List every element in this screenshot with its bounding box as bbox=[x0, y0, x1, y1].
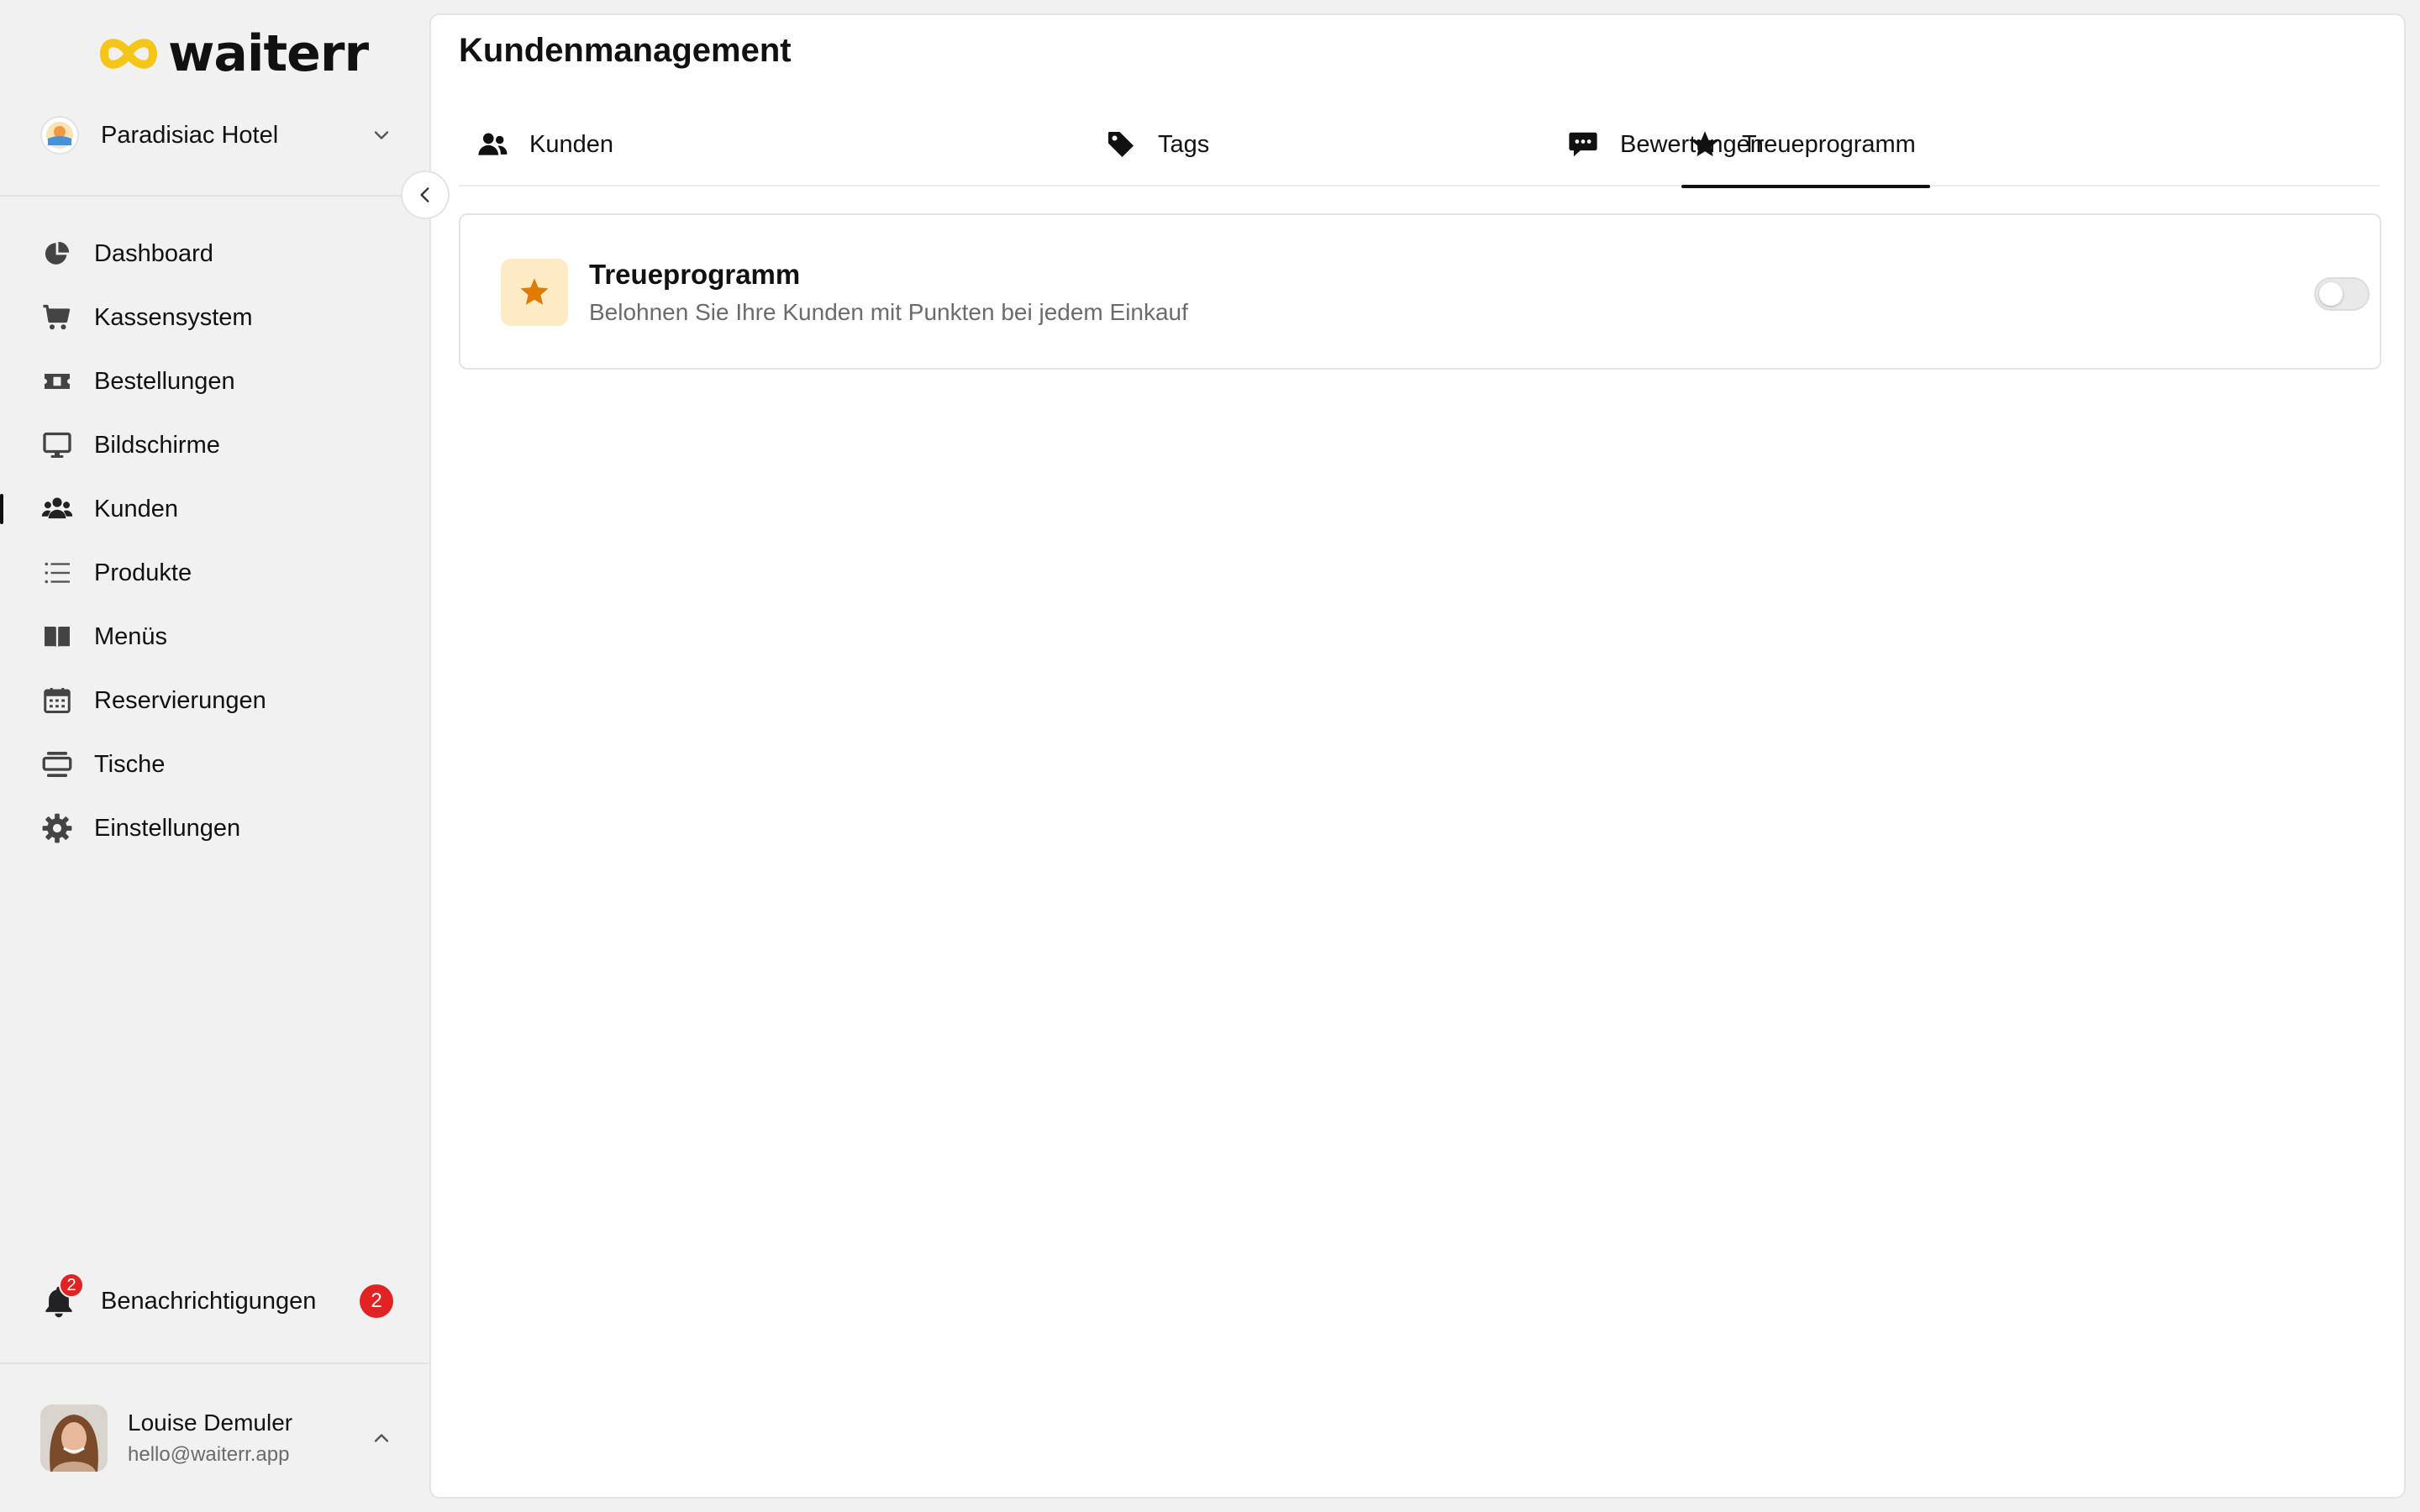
sidebar-nav: Dashboard Kassensystem Bestellungen Bild… bbox=[0, 222, 429, 860]
notifications-item[interactable]: 2 Benachrichtigungen 2 bbox=[40, 1273, 393, 1326]
sidebar-item-einstellungen[interactable]: Einstellungen bbox=[0, 796, 429, 860]
sidebar-item-label: Tische bbox=[94, 750, 166, 778]
monitor-icon bbox=[40, 428, 74, 462]
star-icon bbox=[501, 259, 568, 326]
sidebar-item-label: Reservierungen bbox=[94, 686, 266, 714]
sidebar-item-produkte[interactable]: Produkte bbox=[0, 541, 429, 605]
comment-icon bbox=[1566, 128, 1600, 161]
notifications-label: Benachrichtigungen bbox=[101, 1287, 317, 1315]
tab-bewertungen[interactable]: Bewertungen bbox=[1566, 102, 1764, 186]
calendar-icon bbox=[40, 684, 74, 717]
sidebar-item-label: Bildschirme bbox=[94, 431, 220, 459]
brand-name: waiterr bbox=[168, 24, 369, 83]
sidebar-item-label: Bestellungen bbox=[94, 367, 235, 395]
users-icon bbox=[40, 492, 74, 526]
list-icon bbox=[40, 556, 74, 590]
sidebar-item-label: Einstellungen bbox=[94, 814, 241, 842]
ticket-icon bbox=[40, 365, 74, 398]
page-title: Kundenmanagement bbox=[459, 32, 792, 69]
sidebar-item-bildschirme[interactable]: Bildschirme bbox=[0, 413, 429, 477]
chevron-up-icon bbox=[374, 1434, 389, 1442]
tab-tags[interactable]: Tags bbox=[1104, 102, 1209, 186]
users-icon bbox=[476, 128, 509, 161]
sidebar-divider bbox=[0, 195, 429, 197]
sidebar-item-bestellungen[interactable]: Bestellungen bbox=[0, 349, 429, 413]
loyalty-program-toggle[interactable] bbox=[2314, 277, 2370, 311]
sidebar-item-label: Produkte bbox=[94, 559, 192, 586]
pie-chart-icon bbox=[40, 237, 74, 270]
sidebar-item-dashboard[interactable]: Dashboard bbox=[0, 222, 429, 286]
loyalty-program-card: Treueprogramm Belohnen Sie Ihre Kunden m… bbox=[459, 213, 2381, 370]
sidebar-item-label: Menüs bbox=[94, 622, 168, 650]
tab-bar: Kunden Tags Treueprogramm Bewertungen bbox=[459, 102, 2380, 188]
tab-kunden[interactable]: Kunden bbox=[476, 102, 613, 186]
venue-selector[interactable]: Paradisiac Hotel bbox=[40, 111, 393, 160]
loyalty-program-title: Treueprogramm bbox=[589, 259, 801, 290]
tab-label: Bewertungen bbox=[1620, 130, 1764, 158]
user-name: Louise Demuler bbox=[128, 1410, 293, 1436]
notification-count-dot: 2 bbox=[59, 1273, 84, 1298]
notification-count-badge: 2 bbox=[360, 1284, 393, 1318]
venue-name: Paradisiac Hotel bbox=[101, 121, 279, 149]
sidebar-item-kunden[interactable]: Kunden bbox=[0, 477, 429, 541]
sidebar: waiterr Paradisiac Hotel Dashboard Kasse… bbox=[0, 0, 429, 1512]
sidebar-item-tische[interactable]: Tische bbox=[0, 732, 429, 796]
sidebar-item-menus[interactable]: Menüs bbox=[0, 605, 429, 669]
sidebar-item-reservierungen[interactable]: Reservierungen bbox=[0, 669, 429, 732]
chevron-down-icon bbox=[374, 131, 389, 139]
tab-label: Treueprogramm bbox=[1742, 130, 1916, 158]
tab-label: Kunden bbox=[529, 130, 613, 158]
sidebar-item-kassensystem[interactable]: Kassensystem bbox=[0, 286, 429, 349]
sidebar-item-label: Dashboard bbox=[94, 239, 213, 267]
infinity-logo-icon bbox=[100, 39, 157, 69]
toggle-knob bbox=[2319, 282, 2343, 306]
tab-label: Tags bbox=[1158, 130, 1210, 158]
sidebar-divider bbox=[0, 1362, 429, 1364]
user-avatar bbox=[40, 1404, 108, 1472]
bell-icon: 2 bbox=[40, 1273, 84, 1320]
table-icon bbox=[40, 748, 74, 781]
user-info: Louise Demuler hello@waiterr.app bbox=[128, 1410, 370, 1467]
sidebar-item-label: Kunden bbox=[94, 495, 178, 522]
waiterr-logo[interactable]: waiterr bbox=[97, 24, 369, 83]
gear-icon bbox=[40, 811, 74, 845]
chevron-left-icon bbox=[420, 187, 429, 202]
cart-icon bbox=[40, 301, 74, 334]
loyalty-program-description: Belohnen Sie Ihre Kunden mit Punkten bei… bbox=[589, 299, 1188, 325]
venue-avatar bbox=[40, 116, 79, 155]
sidebar-item-label: Kassensystem bbox=[94, 303, 253, 331]
collapse-sidebar-button[interactable] bbox=[401, 171, 450, 219]
book-icon bbox=[40, 620, 74, 654]
user-email: hello@waiterr.app bbox=[128, 1443, 290, 1466]
user-menu[interactable]: Louise Demuler hello@waiterr.app bbox=[40, 1403, 393, 1473]
main-panel: Kundenmanagement Kunden Tags Treueprogra… bbox=[429, 13, 2406, 1499]
tag-icon bbox=[1104, 128, 1138, 161]
